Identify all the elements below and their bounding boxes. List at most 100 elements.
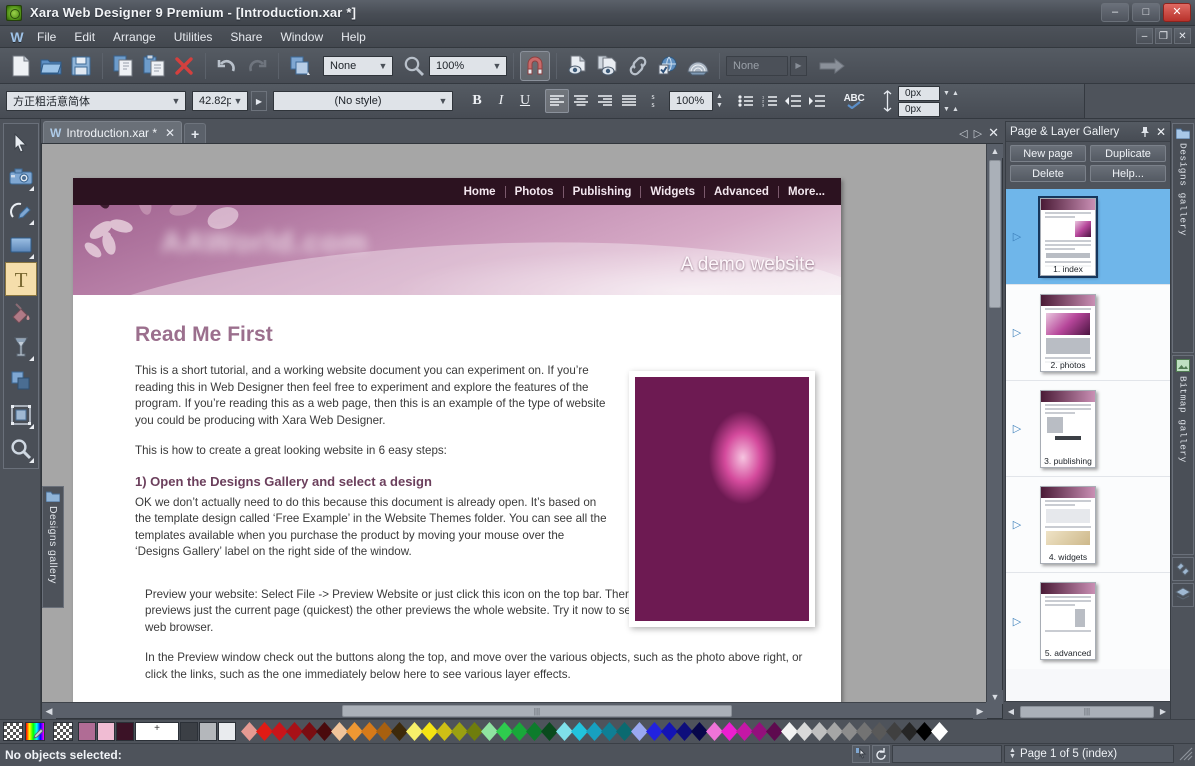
colour-swatch[interactable]: [556, 722, 573, 741]
nav-link-advanced[interactable]: Advanced: [705, 186, 779, 198]
nav-link-widgets[interactable]: Widgets: [641, 186, 705, 198]
colour-swatch[interactable]: [376, 722, 393, 741]
undo-button[interactable]: [212, 51, 242, 81]
horizontal-scroll-thumb[interactable]: |||: [342, 705, 732, 717]
space-before-down-icon[interactable]: ▼: [943, 90, 950, 97]
colour-swatch[interactable]: [391, 722, 408, 741]
gallery-horizontal-scrollbar[interactable]: ◀ ||| ▶: [1004, 701, 1170, 721]
align-right-button[interactable]: [593, 89, 617, 113]
space-before-up-icon[interactable]: ▲: [952, 90, 959, 97]
colour-swatch[interactable]: [406, 722, 423, 741]
colour-swatch[interactable]: [496, 722, 513, 741]
name-dropdown-button[interactable]: ▶: [790, 56, 807, 76]
transparent-swatch[interactable]: [53, 722, 73, 741]
theme-colour-7[interactable]: [218, 722, 236, 741]
colour-swatch[interactable]: [691, 722, 708, 741]
colour-swatch[interactable]: [241, 722, 258, 741]
document-tab-introduction[interactable]: W Introduction.xar * ✕: [43, 121, 182, 143]
bold-button[interactable]: B: [465, 89, 489, 113]
page-thumbnail[interactable]: 5. advanced: [1040, 582, 1096, 660]
colour-swatch[interactable]: [856, 722, 873, 741]
tab-close-icon[interactable]: ✕: [988, 125, 999, 141]
gallery-scroll-left-icon[interactable]: ◀: [1004, 707, 1018, 716]
go-arrow-button[interactable]: [817, 51, 847, 81]
select-mode-icon[interactable]: [852, 745, 870, 763]
colour-swatch[interactable]: [901, 722, 918, 741]
colour-swatch[interactable]: [526, 722, 543, 741]
colour-swatch[interactable]: [646, 722, 663, 741]
colour-swatch[interactable]: [286, 722, 303, 741]
new-page-button[interactable]: New page: [1010, 145, 1086, 162]
gallery-scroll-thumb[interactable]: |||: [1020, 706, 1154, 718]
duplicate-page-button[interactable]: Duplicate: [1090, 145, 1166, 162]
canvas-horizontal-scrollbar[interactable]: ◀ ||| ▶: [42, 702, 987, 718]
preview-page-button[interactable]: [563, 51, 593, 81]
colour-palette[interactable]: +: [0, 719, 1195, 743]
minimize-button[interactable]: –: [1101, 3, 1129, 22]
scroll-right-arrow-icon[interactable]: ▶: [973, 703, 987, 719]
theme-colour-2[interactable]: [97, 722, 115, 741]
menu-edit[interactable]: Edit: [65, 28, 104, 46]
preview-website-button[interactable]: [593, 51, 623, 81]
decrease-indent-button[interactable]: [781, 89, 805, 113]
save-document-button[interactable]: [66, 51, 96, 81]
colour-swatch[interactable]: [466, 722, 483, 741]
open-document-button[interactable]: [36, 51, 66, 81]
page-select-combo[interactable]: None ▼: [323, 56, 393, 76]
subscript-superscript-button[interactable]: ss: [641, 89, 665, 113]
canvas-viewport[interactable]: AAWorld.com Home Photos Publishing Widge…: [42, 144, 987, 704]
menu-help[interactable]: Help: [332, 28, 375, 46]
duplicate-button[interactable]: [285, 51, 315, 81]
gallery-page-item-photos[interactable]: ▷ 2. photos: [1006, 285, 1170, 381]
selector-tool[interactable]: [5, 126, 37, 160]
gallery-page-item-publishing[interactable]: ▷ 3. publishing: [1006, 381, 1170, 477]
page-indicator[interactable]: ▲ ▼ Page 1 of 5 (index): [1004, 745, 1174, 763]
designs-gallery-tab[interactable]: Designs gallery: [1172, 123, 1194, 353]
link-chain-button[interactable]: [623, 51, 653, 81]
doc-restore-button[interactable]: ❐: [1155, 28, 1172, 44]
canvas-vertical-scrollbar[interactable]: ▲ ▼: [986, 144, 1002, 704]
page-spinner[interactable]: ▲ ▼: [1009, 748, 1016, 760]
publish-website-button[interactable]: [683, 51, 713, 81]
freehand-tool[interactable]: [5, 194, 37, 228]
web-page-document[interactable]: AAWorld.com Home Photos Publishing Widge…: [73, 178, 841, 704]
colour-swatch[interactable]: [616, 722, 633, 741]
copy-button[interactable]: [109, 51, 139, 81]
underline-button[interactable]: U: [513, 89, 537, 113]
space-after-down-icon[interactable]: ▼: [943, 106, 950, 113]
colour-swatch[interactable]: [916, 722, 933, 741]
menu-arrange[interactable]: Arrange: [104, 28, 165, 46]
colour-swatch[interactable]: [331, 722, 348, 741]
style-combo[interactable]: (No style) ▼: [273, 91, 453, 111]
font-family-combo[interactable]: 方正粗活意简体 ▼: [6, 91, 186, 111]
photo-tool[interactable]: [5, 160, 37, 194]
nav-link-publishing[interactable]: Publishing: [564, 186, 642, 198]
theme-colour-6[interactable]: [199, 722, 217, 741]
gallery-close-icon[interactable]: ✕: [1156, 125, 1166, 139]
tab-next-icon[interactable]: ▷: [974, 127, 982, 140]
colour-swatch[interactable]: [346, 722, 363, 741]
web-properties-button[interactable]: [653, 51, 683, 81]
zoom-level-combo[interactable]: 100% ▼: [429, 56, 507, 76]
gallery-page-list[interactable]: ▷ 1. index ▷: [1006, 189, 1170, 727]
scroll-left-arrow-icon[interactable]: ◀: [42, 703, 56, 719]
doc-close-button[interactable]: ✕: [1174, 28, 1191, 44]
nav-link-more[interactable]: More...: [779, 186, 827, 198]
expand-arrow-icon[interactable]: ▷: [1006, 518, 1028, 531]
spinner-down-icon[interactable]: ▼: [714, 101, 725, 110]
colour-swatch[interactable]: [796, 722, 813, 741]
spellcheck-button[interactable]: ABC: [837, 89, 871, 113]
expand-arrow-icon[interactable]: ▷: [1006, 615, 1028, 628]
page-spinner-down-icon[interactable]: ▼: [1009, 754, 1016, 760]
tab-prev-icon[interactable]: ◁: [959, 127, 967, 140]
theme-colour-1[interactable]: [78, 722, 96, 741]
colour-swatch[interactable]: [751, 722, 768, 741]
delete-page-button[interactable]: Delete: [1010, 165, 1086, 182]
colour-swatch[interactable]: [361, 722, 378, 741]
vertical-scroll-thumb[interactable]: [989, 160, 1001, 308]
menu-window[interactable]: Window: [271, 28, 332, 46]
colour-swatch[interactable]: [871, 722, 888, 741]
colour-swatch[interactable]: [586, 722, 603, 741]
paste-button[interactable]: [139, 51, 169, 81]
colour-swatch[interactable]: [766, 722, 783, 741]
